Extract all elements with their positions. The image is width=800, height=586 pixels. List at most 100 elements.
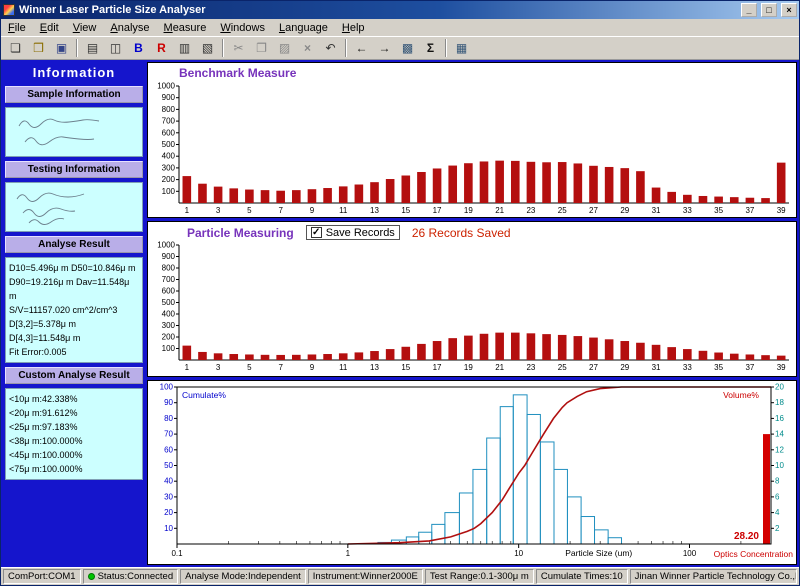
svg-text:4: 4	[775, 508, 780, 517]
testing-information-box	[5, 182, 143, 232]
print-button[interactable]: ▤	[82, 38, 103, 58]
svg-text:0.1: 0.1	[171, 549, 183, 558]
menu-help[interactable]: Help	[335, 21, 372, 35]
menu-measure[interactable]: Measure	[157, 21, 214, 35]
svg-text:400: 400	[162, 152, 176, 161]
svg-text:8: 8	[775, 477, 780, 486]
svg-text:800: 800	[162, 264, 176, 273]
menu-analyse[interactable]: Analyse	[103, 21, 156, 35]
svg-text:90: 90	[164, 398, 173, 407]
svg-text:15: 15	[401, 206, 410, 215]
save-records-checkbox[interactable]: ✓ Save Records	[306, 225, 400, 240]
titlebar: Winner Laser Particle Size Analyser _ □ …	[1, 1, 799, 19]
status-segment-0: ComPort:COM1	[3, 569, 81, 584]
status-segment-4: Test Range:0.1-300μ m	[425, 569, 534, 584]
measuring-panel: Particle Measuring ✓ Save Records 26 Rec…	[147, 221, 797, 377]
bold-b-button[interactable]: B	[128, 38, 149, 58]
sidebar: Information Sample Information Testing I…	[3, 62, 145, 565]
maximize-button[interactable]: □	[761, 3, 777, 17]
svg-text:40: 40	[164, 477, 173, 486]
svg-text:200: 200	[162, 333, 176, 342]
svg-text:600: 600	[162, 287, 176, 296]
svg-text:60: 60	[164, 445, 173, 454]
menu-view[interactable]: View	[66, 21, 104, 35]
svg-text:1: 1	[185, 206, 190, 215]
svg-text:3: 3	[216, 206, 221, 215]
svg-text:900: 900	[162, 93, 176, 102]
analyse-result-line: D90=19.216μ m Dav=11.548μ m	[9, 275, 139, 303]
handwriting-decoration	[9, 110, 139, 154]
connected-dot-icon	[88, 573, 95, 580]
testing-information-header[interactable]: Testing Information	[5, 161, 143, 178]
svg-text:19: 19	[464, 363, 473, 372]
analyse-result-box: D10=5.496μ m D50=10.846μ mD90=19.216μ m …	[5, 257, 143, 363]
analyse-result-line: D[3,2]=5.378μ m	[9, 317, 139, 331]
menu-file[interactable]: File	[1, 21, 33, 35]
undo-button[interactable]: ↶	[320, 38, 341, 58]
menu-windows[interactable]: Windows	[213, 21, 272, 35]
open-button[interactable]: ❒	[28, 38, 49, 58]
menu-edit[interactable]: Edit	[33, 21, 66, 35]
save-button[interactable]: ▣	[51, 38, 72, 58]
svg-text:20: 20	[775, 383, 784, 392]
svg-text:28.20: 28.20	[734, 531, 759, 542]
paste-button[interactable]: ▨	[274, 38, 295, 58]
custom-analyse-result-header[interactable]: Custom Analyse Result	[5, 367, 143, 384]
checkbox-check-icon: ✓	[311, 227, 322, 238]
svg-text:18: 18	[775, 398, 784, 407]
cut-button[interactable]: ✂	[228, 38, 249, 58]
distribution-chart: 10203040506070809010024681012141618200.1…	[149, 382, 795, 560]
svg-text:7: 7	[278, 206, 283, 215]
grid-button[interactable]: ▦	[451, 38, 472, 58]
status-segment-1: Status:Connected	[83, 569, 179, 584]
handwriting-decoration	[9, 185, 139, 229]
svg-text:300: 300	[162, 321, 176, 330]
minimize-button[interactable]: _	[741, 3, 757, 17]
svg-text:100: 100	[160, 383, 174, 392]
svg-text:25: 25	[558, 363, 567, 372]
red-r-button[interactable]: R	[151, 38, 172, 58]
svg-text:21: 21	[495, 206, 504, 215]
svg-text:70: 70	[164, 430, 173, 439]
copy-button[interactable]: ❐	[251, 38, 272, 58]
svg-text:33: 33	[683, 206, 692, 215]
close-button[interactable]: ×	[781, 3, 797, 17]
svg-text:12: 12	[775, 445, 784, 454]
svg-text:5: 5	[247, 363, 252, 372]
app-icon	[3, 4, 15, 16]
forward-button[interactable]: →	[374, 38, 395, 58]
svg-text:1000: 1000	[157, 241, 175, 250]
svg-text:30: 30	[164, 492, 173, 501]
delete-button[interactable]: ×	[297, 38, 318, 58]
sample-information-header[interactable]: Sample Information	[5, 86, 143, 103]
svg-text:17: 17	[433, 206, 442, 215]
window-title: Winner Laser Particle Size Analyser	[19, 4, 737, 16]
menu-language[interactable]: Language	[272, 21, 335, 35]
svg-text:21: 21	[495, 363, 504, 372]
measuring-header-row: Particle Measuring ✓ Save Records 26 Rec…	[149, 223, 795, 241]
svg-text:600: 600	[162, 128, 176, 137]
svg-text:23: 23	[526, 206, 535, 215]
menubar: FileEditViewAnalyseMeasureWindowsLanguag…	[1, 19, 799, 36]
new-button[interactable]: ❏	[5, 38, 26, 58]
svg-text:39: 39	[777, 206, 786, 215]
svg-text:11: 11	[339, 206, 348, 215]
svg-text:15: 15	[401, 363, 410, 372]
svg-text:100: 100	[683, 549, 697, 558]
svg-text:1000: 1000	[157, 82, 175, 91]
toolbar-separator	[222, 39, 224, 57]
print-preview-button[interactable]: ◫	[105, 38, 126, 58]
svg-text:Volume%: Volume%	[723, 390, 759, 400]
svg-text:20: 20	[164, 508, 173, 517]
report-button[interactable]: ▧	[197, 38, 218, 58]
capture-button[interactable]: ▩	[397, 38, 418, 58]
save-records-label: Save Records	[326, 227, 395, 239]
analyse-result-header[interactable]: Analyse Result	[5, 236, 143, 253]
distribution-panel: 10203040506070809010024681012141618200.1…	[147, 380, 797, 565]
back-button[interactable]: ←	[351, 38, 372, 58]
svg-text:39: 39	[777, 363, 786, 372]
main-area: Information Sample Information Testing I…	[1, 60, 799, 567]
export-button[interactable]: ▥	[174, 38, 195, 58]
sum-button[interactable]: Σ	[420, 38, 441, 58]
toolbar-separator	[345, 39, 347, 57]
